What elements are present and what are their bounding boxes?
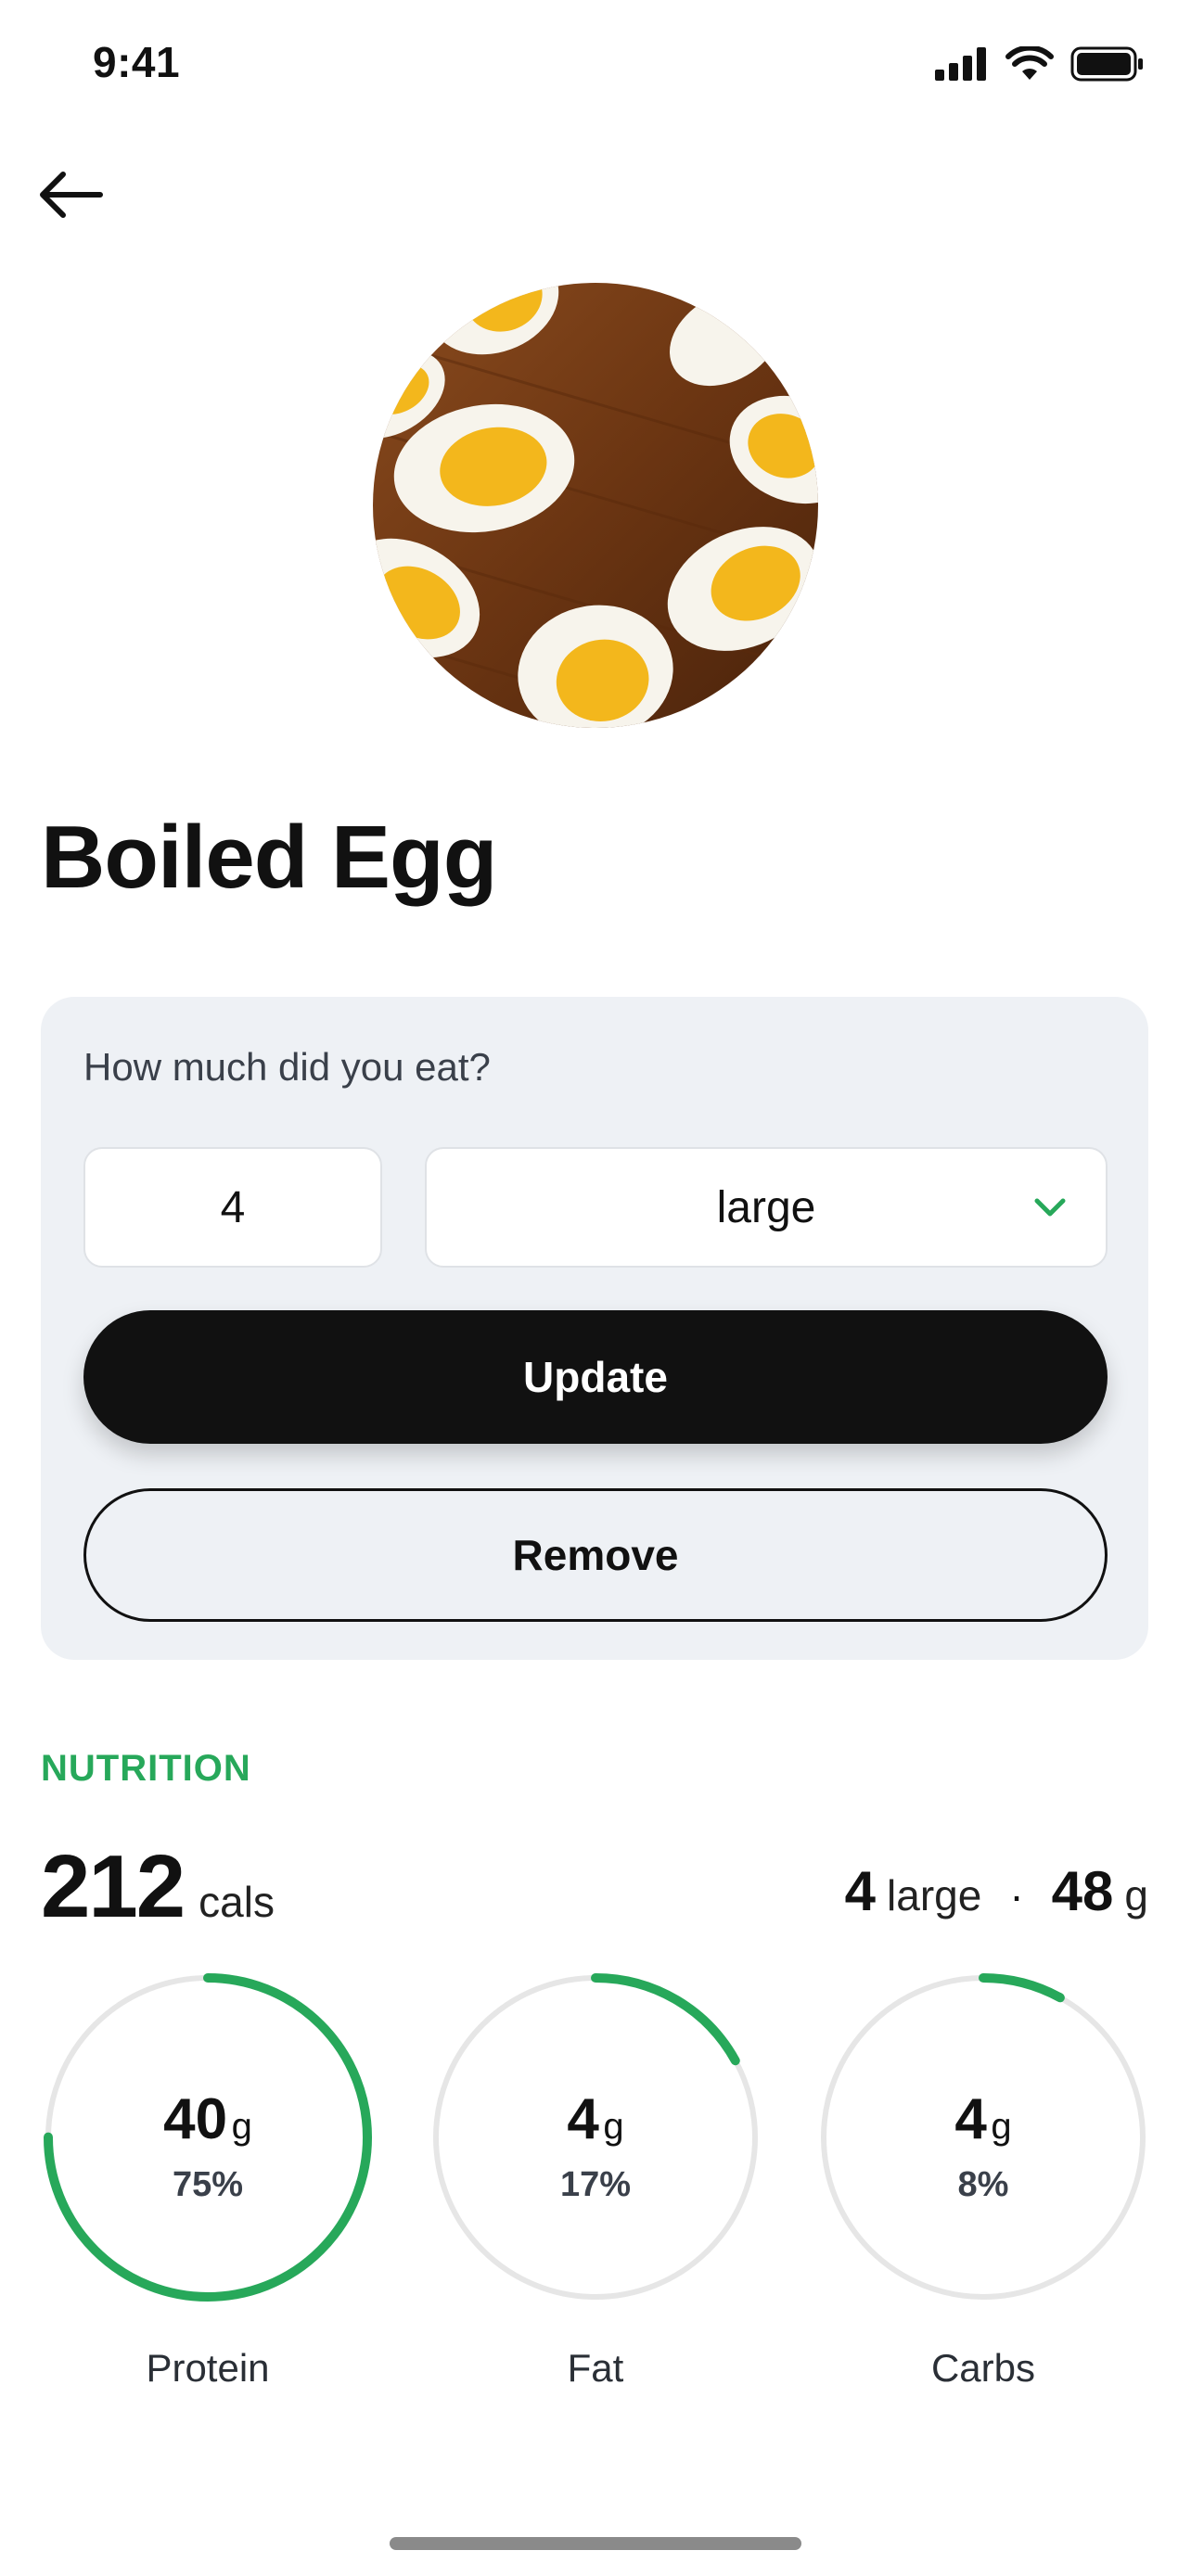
macro-grams: 40 g	[41, 2086, 375, 2152]
macro-label: Protein	[146, 2346, 270, 2390]
macro-protein: 40 g 75% Protein	[41, 1970, 384, 2390]
macro-percent: 8%	[957, 2165, 1009, 2204]
macro-grams-value: 40	[163, 2087, 228, 2151]
serving-separator: ·	[1009, 1871, 1024, 1919]
serving-unit: large	[887, 1871, 982, 1919]
macro-grams-value: 4	[567, 2087, 599, 2151]
quantity-input[interactable]: 4	[83, 1147, 382, 1268]
portion-question: How much did you eat?	[83, 1045, 491, 1089]
remove-button[interactable]: Remove	[83, 1488, 1108, 1622]
macro-label: Fat	[567, 2346, 624, 2390]
macro-grams: 4 g	[429, 2086, 762, 2152]
chevron-down-icon	[1034, 1198, 1066, 1217]
back-button[interactable]	[33, 158, 108, 232]
quantity-value: 4	[220, 1182, 246, 1232]
serving-count: 4	[844, 1860, 877, 1922]
serving-summary: 4 large · 48 g	[845, 1859, 1148, 1923]
macro-carbs: 4 g 8% Carbs	[816, 1970, 1159, 2390]
cellular-signal-icon	[935, 47, 986, 81]
calories-unit: cals	[198, 1878, 275, 1926]
macro-fat: 4 g 17% Fat	[429, 1970, 772, 2390]
wifi-icon	[1005, 46, 1054, 80]
nutrition-section-label: NUTRITION	[41, 1748, 251, 1789]
serving-weight: 48	[1051, 1860, 1114, 1922]
macro-grams-unit: g	[603, 2106, 624, 2147]
macro-grams-unit: g	[991, 2106, 1012, 2147]
macro-grams-unit: g	[231, 2106, 252, 2147]
calories-summary: 212 cals	[41, 1836, 275, 1938]
unit-select[interactable]: large	[425, 1147, 1108, 1268]
food-title: Boiled Egg	[41, 808, 497, 907]
macro-label: Carbs	[930, 2346, 1036, 2390]
macro-percent: 17%	[559, 2165, 632, 2204]
macro-grams-value: 4	[954, 2087, 987, 2151]
status-time: 9:41	[93, 38, 181, 86]
macro-grams: 4 g	[816, 2086, 1150, 2152]
unit-value: large	[716, 1182, 816, 1232]
serving-weight-unit: g	[1124, 1871, 1148, 1919]
home-indicator[interactable]	[390, 2537, 801, 2550]
battery-icon	[1070, 46, 1143, 82]
food-photo	[373, 283, 818, 728]
macro-percent: 75%	[172, 2165, 244, 2204]
portion-card: How much did you eat? 4 large Update Rem…	[41, 997, 1148, 1660]
update-button[interactable]: Update	[83, 1310, 1108, 1444]
calories-value: 212	[41, 1837, 186, 1936]
status-icons	[935, 46, 1145, 82]
arrow-left-icon	[40, 172, 103, 218]
